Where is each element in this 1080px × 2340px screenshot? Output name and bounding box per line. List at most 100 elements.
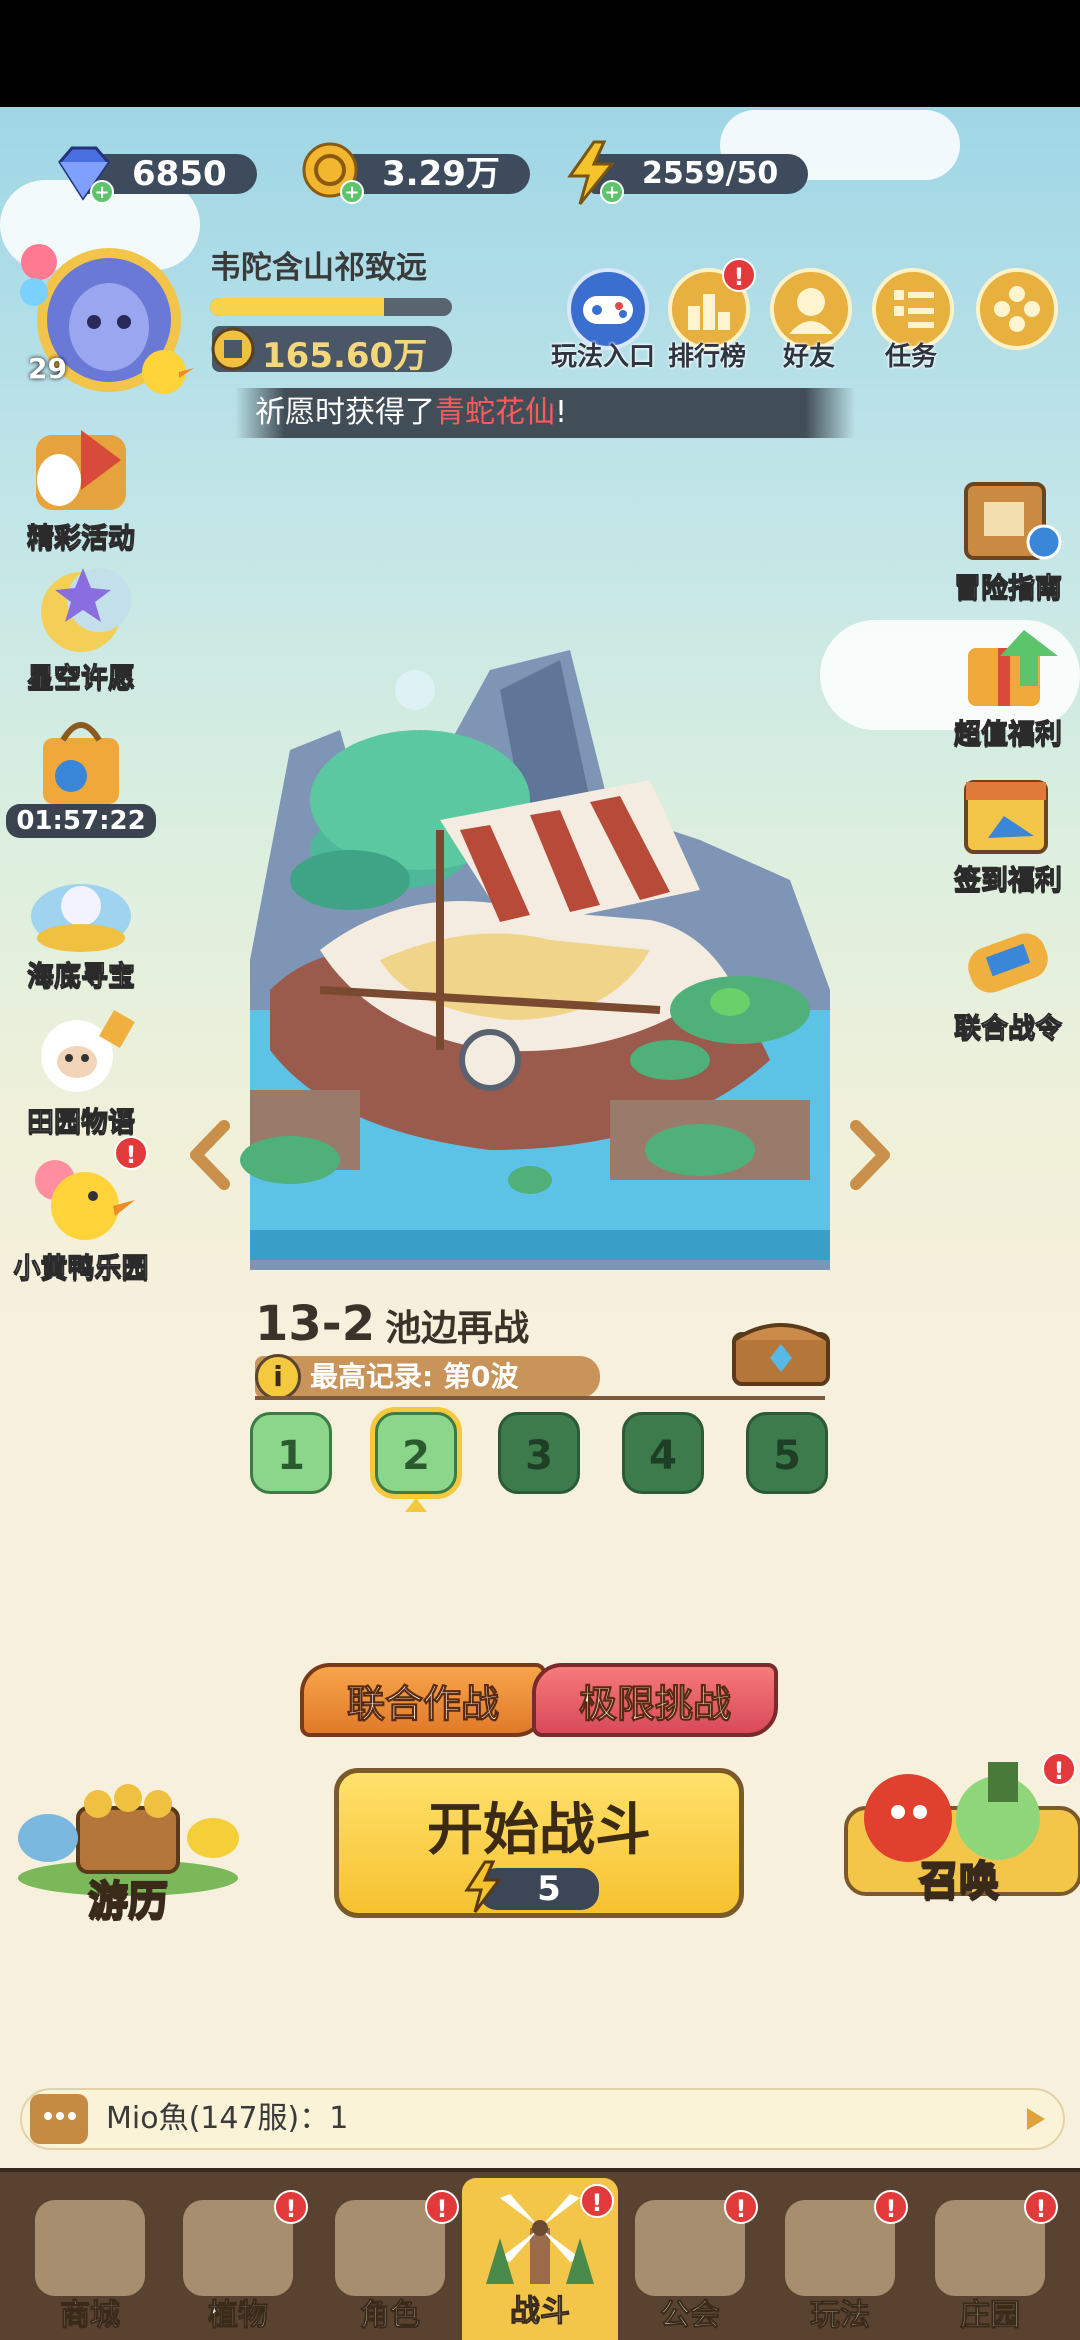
prev-stage-arrow[interactable] <box>186 1120 236 1190</box>
timed-pack-button[interactable]: 01:57:22 <box>6 710 156 838</box>
chat-message: Mio魚(147服)：1 <box>106 2101 349 2136</box>
wave-button-4[interactable]: 4 <box>622 1412 704 1494</box>
scroll-icon <box>968 933 1048 993</box>
friends-label: 好友 <box>783 342 836 372</box>
nav-characters-badge: ! <box>425 2190 459 2224</box>
ticker-suffix: ! <box>555 395 568 430</box>
more-menu-button[interactable] <box>976 268 1058 350</box>
wave-button-1[interactable]: 1 <box>250 1412 332 1494</box>
best-record-text: 最高记录: 第0波 <box>310 1360 519 1393</box>
nav-guild-badge: ! <box>724 2190 758 2224</box>
nav-plants-label: 植物 <box>208 2298 269 2334</box>
lightning-icon: + <box>567 140 624 205</box>
pearl-shell-icon <box>31 884 131 952</box>
moon-star-icon <box>41 568 131 652</box>
shop-icon <box>35 2200 145 2296</box>
duck-park-label: 小黄鸭乐园 <box>13 1253 149 1285</box>
xp-progress-fill <box>210 298 385 316</box>
chat-bubble-icon <box>30 2094 88 2144</box>
start-battle-button[interactable]: 开始战斗 5 <box>334 1768 744 1918</box>
adventure-guide-button[interactable]: 冒险指南 <box>933 470 1080 605</box>
ticker-highlight: 青蛇花仙 <box>435 395 555 430</box>
battle-pass-label: 联合战令 <box>954 1013 1063 1045</box>
summon-badge: ! <box>1042 1752 1076 1786</box>
gamepad-icon <box>583 296 633 324</box>
info-icon: i <box>255 1354 301 1400</box>
next-stage-arrow[interactable] <box>844 1120 894 1190</box>
power-display: 165.60万 <box>211 326 452 376</box>
stage-name: 池边再战 <box>385 1308 530 1349</box>
diamond-counter[interactable]: 6850 + <box>50 140 290 204</box>
nav-plants-badge: ! <box>274 2190 308 2224</box>
stage-title: 13-2 池边再战 <box>255 1296 529 1352</box>
svg-text:+: + <box>94 182 109 203</box>
wave-button-5[interactable]: 5 <box>746 1412 828 1494</box>
announcement-ticker: 祈愿时获得了青蛇花仙! <box>235 388 855 438</box>
sign-in-benefits-button[interactable]: 签到福利 <box>933 762 1080 897</box>
current-wave-indicator <box>405 1498 427 1512</box>
duck-park-button[interactable]: 小黄鸭乐园 <box>6 1150 156 1285</box>
duck-park-badge: ! <box>114 1136 148 1170</box>
gameplay-entry-label: 玩法入口 <box>551 342 656 372</box>
value-benefits-label: 超值福利 <box>954 719 1063 751</box>
events-button[interactable]: 精彩活动 <box>6 420 156 555</box>
stage-island-scene <box>240 650 830 1270</box>
diamond-icon: + <box>58 146 114 204</box>
nav-manor-badge: ! <box>1024 2190 1058 2224</box>
wave-button-3[interactable]: 3 <box>498 1412 580 1494</box>
start-battle-label: 开始战斗 <box>427 1798 651 1863</box>
deep-sea-treasure-label: 海底寻宝 <box>27 961 136 993</box>
battle-pass-button[interactable]: 联合战令 <box>933 910 1080 1045</box>
countdown-timer: 01:57:22 <box>6 804 156 838</box>
energy-cost-icon <box>464 1860 502 1913</box>
svg-text:+: + <box>344 182 359 203</box>
player-name: 韦陀含山祁致远 <box>210 250 427 286</box>
xp-progress-bar <box>210 298 452 316</box>
calendar-icon <box>964 780 1048 854</box>
power-icon <box>211 327 255 371</box>
nav-shop-label: 商城 <box>60 2298 121 2334</box>
star-wish-label: 星空许愿 <box>27 663 136 695</box>
stage-number: 13-2 <box>255 1296 376 1352</box>
chat-expand-icon[interactable] <box>1027 2108 1045 2130</box>
guidebook-icon <box>964 482 1062 560</box>
tasks-label: 任务 <box>885 342 938 372</box>
events-label: 精彩活动 <box>27 523 136 555</box>
farm-story-label: 田园物语 <box>27 1107 136 1139</box>
coin-icon: + <box>302 142 364 204</box>
extreme-challenge-button[interactable]: 极限挑战 <box>532 1663 778 1737</box>
events-icon <box>36 430 126 510</box>
coop-battle-button[interactable]: 联合作战 <box>300 1663 546 1737</box>
leaderboard-label: 排行榜 <box>668 342 747 372</box>
nav-battle-label: 战斗 <box>510 2294 571 2330</box>
nav-manor-label: 庄园 <box>960 2298 1021 2334</box>
status-bar <box>0 0 1080 107</box>
farm-story-button[interactable]: 田园物语 <box>6 1004 156 1139</box>
nav-gameplay-label: 玩法 <box>810 2298 871 2334</box>
svg-text:+: + <box>604 182 619 203</box>
shopping-bag-icon <box>43 722 119 804</box>
star-wish-button[interactable]: 星空许愿 <box>6 560 156 695</box>
sign-in-benefits-label: 签到福利 <box>954 865 1063 897</box>
deep-sea-treasure-button[interactable]: 海底寻宝 <box>6 858 156 993</box>
coin-counter[interactable]: 3.29万 + <box>300 140 540 204</box>
gift-box-icon <box>968 630 1058 706</box>
travel-button[interactable]: 游历 <box>8 1768 248 1926</box>
chat-bar[interactable]: Mio魚(147服)：1 <box>20 2088 1065 2150</box>
more-icon <box>994 286 1040 332</box>
ticker-text: 祈愿时获得了 <box>255 395 435 430</box>
nav-characters-label: 角色 <box>360 2298 421 2334</box>
value-benefits-button[interactable]: 超值福利 <box>933 616 1080 751</box>
leaderboard-badge: ! <box>722 258 756 292</box>
wave-button-2[interactable]: 2 <box>375 1412 457 1494</box>
player-level: 29 <box>28 352 67 385</box>
nav-battle-badge: ! <box>580 2184 614 2218</box>
nav-gameplay-badge: ! <box>874 2190 908 2224</box>
sheep-icon <box>41 1010 135 1092</box>
nav-shop[interactable]: 商城 <box>20 2190 160 2340</box>
energy-counter[interactable]: 2559/50 + <box>560 140 809 205</box>
treasure-chest-icon[interactable] <box>730 1310 832 1388</box>
stage-divider <box>255 1396 825 1400</box>
nav-guild-label: 公会 <box>660 2298 721 2334</box>
best-record: i 最高记录: 第0波 <box>255 1354 600 1400</box>
